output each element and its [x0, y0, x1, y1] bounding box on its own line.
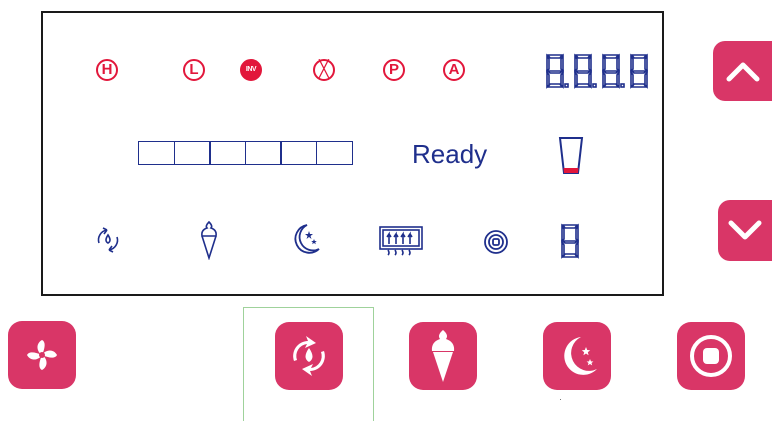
level-segment — [209, 141, 247, 165]
stop-button[interactable] — [677, 322, 745, 390]
seven-segment-digits — [546, 53, 648, 89]
ice-cream-icon — [201, 220, 217, 260]
heater-icon — [379, 226, 423, 256]
stop-icon — [690, 335, 732, 377]
level-segment — [280, 141, 318, 165]
chevron-down-icon — [728, 220, 762, 239]
fan-button[interactable] — [8, 321, 76, 389]
marker-dot — [560, 399, 561, 400]
low-indicator: L — [183, 59, 205, 81]
defrost-cycle-icon — [97, 227, 119, 253]
ice-cream-icon — [431, 330, 455, 382]
error-indicator: ╳ — [313, 59, 335, 81]
level-segment — [316, 141, 354, 165]
level-segment — [138, 141, 175, 165]
down-button[interactable] — [718, 200, 772, 261]
chevron-up-icon — [726, 62, 759, 82]
stop-icon — [484, 230, 508, 254]
fan-icon — [27, 340, 57, 370]
level-segment — [173, 141, 211, 165]
level-segment — [244, 141, 282, 165]
night-mode-icon — [564, 337, 597, 375]
level-bar — [138, 141, 354, 165]
defrost-cycle-icon — [293, 336, 325, 376]
cup-icon — [558, 137, 584, 174]
heat-indicator: H — [96, 59, 118, 81]
lcd-display-panel: H L INV ╳ P A Ready — [41, 11, 664, 296]
status-text: Ready — [412, 139, 488, 169]
night-mode-icon — [294, 224, 320, 254]
defrost-button[interactable] — [275, 322, 343, 390]
night-mode-button[interactable] — [543, 322, 611, 390]
single-digit-icon — [561, 223, 579, 259]
ice-cream-button[interactable] — [409, 322, 477, 390]
auto-indicator: A — [443, 59, 465, 81]
inverter-indicator: INV — [240, 59, 262, 81]
power-indicator: P — [383, 59, 405, 81]
up-button[interactable] — [713, 41, 772, 101]
